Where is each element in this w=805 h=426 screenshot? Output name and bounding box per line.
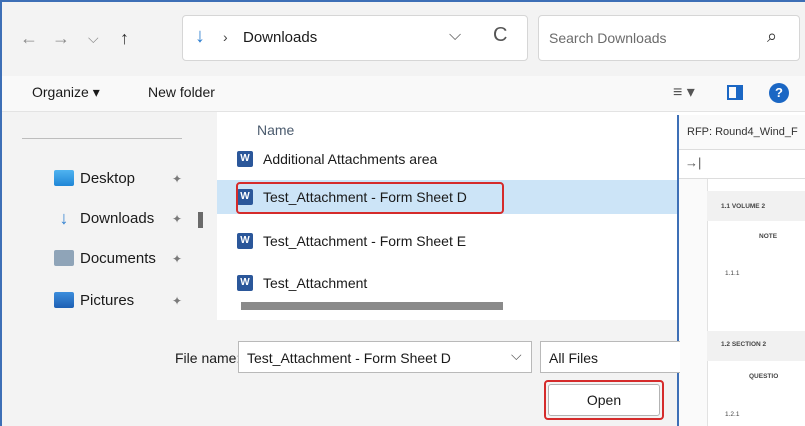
navigation-pane: Desktop ✦ ↓ Downloads ✦ Documents ✦ Pict… <box>2 112 217 320</box>
file-name: Additional Attachments area <box>263 151 438 167</box>
chevron-down-icon[interactable]: ⌵ <box>511 347 522 364</box>
file-type-value: All Files <box>549 350 599 366</box>
sidebar-item-desktop[interactable]: Desktop <box>54 166 135 190</box>
word-document-icon: W <box>237 275 253 291</box>
desktop-icon <box>54 170 74 186</box>
search-input[interactable]: Search Downloads <box>549 30 667 46</box>
pictures-icon <box>54 292 74 308</box>
preview-title: RFP: Round4_Wind_F <box>687 126 798 138</box>
word-document-icon: W <box>237 233 253 249</box>
preview-text: 1.1 VOLUME 2 <box>721 203 766 210</box>
preview-pane: RFP: Round4_Wind_F →| 1.1 VOLUME 2 NOTE … <box>677 115 805 426</box>
word-document-icon: W <box>237 151 253 167</box>
refresh-button[interactable]: C <box>493 24 507 47</box>
address-dropdown-button[interactable]: ⌵ <box>449 27 461 45</box>
pin-icon[interactable]: ✦ <box>172 294 182 308</box>
pin-icon[interactable]: ✦ <box>172 212 182 226</box>
view-options-icon[interactable]: ≡ ▾ <box>673 82 695 102</box>
preview-toolbar: →| <box>679 149 805 179</box>
highlight-box <box>544 380 664 420</box>
file-name-label: File name: <box>175 350 241 366</box>
nav-divider <box>22 138 182 139</box>
file-name-input[interactable]: Test_Attachment - Form Sheet D ⌵ <box>238 341 532 373</box>
sidebar-item-documents[interactable]: Documents <box>54 246 156 270</box>
dialog-footer: File name: Test_Attachment - Form Sheet … <box>2 320 680 426</box>
file-type-filter[interactable]: All Files <box>540 341 680 373</box>
file-open-dialog: ← → ⌵ ↑ ↓ › Downloads ⌵ C Search Downloa… <box>0 0 805 426</box>
file-name: Test_Attachment <box>263 275 368 291</box>
highlight-box <box>236 182 504 214</box>
pin-icon[interactable]: ✦ <box>172 172 182 186</box>
command-toolbar: Organize ▾ New folder ≡ ▾ ? <box>2 76 805 112</box>
documents-icon <box>54 250 74 266</box>
back-button[interactable]: ← <box>20 28 38 49</box>
preview-text: 1.2 SECTION 2 <box>721 341 767 348</box>
collapse-pane-icon[interactable]: →| <box>685 155 701 170</box>
list-item[interactable]: W Test_Attachment <box>217 268 677 298</box>
sidebar-item-downloads[interactable]: ↓ Downloads <box>54 206 155 230</box>
preview-text: 1.1.1 <box>725 270 740 277</box>
recent-locations-button[interactable]: ⌵ <box>88 30 99 47</box>
pin-icon[interactable]: ✦ <box>172 252 182 266</box>
download-arrow-icon: ↓ <box>195 25 205 47</box>
address-bar-row: ← → ⌵ ↑ ↓ › Downloads ⌵ C Search Downloa… <box>2 2 805 76</box>
file-list: Name W Additional Attachments area W Tes… <box>217 112 677 320</box>
organize-button[interactable]: Organize ▾ <box>32 84 100 101</box>
preview-pane-icon[interactable] <box>727 85 743 100</box>
list-item[interactable]: W Test_Attachment - Form Sheet E <box>217 226 677 256</box>
sidebar-item-label: Documents <box>80 249 156 267</box>
nav-scrollbar-thumb[interactable] <box>198 212 203 228</box>
new-folder-button[interactable]: New folder <box>148 84 215 100</box>
file-name-value: Test_Attachment - Form Sheet D <box>247 350 451 366</box>
sidebar-item-label: Desktop <box>80 169 136 187</box>
preview-text: 1.2.1 <box>725 411 740 418</box>
sidebar-item-pictures[interactable]: Pictures <box>54 288 134 312</box>
search-icon[interactable]: ⌕ <box>767 26 777 47</box>
column-header-name[interactable]: Name <box>257 122 294 138</box>
forward-button[interactable]: → <box>52 28 70 49</box>
horizontal-scrollbar-thumb[interactable] <box>241 302 503 310</box>
help-icon[interactable]: ? <box>769 83 789 103</box>
search-box[interactable]: Search Downloads ⌕ <box>538 15 800 61</box>
file-name: Test_Attachment - Form Sheet E <box>263 233 467 249</box>
list-item[interactable]: W Additional Attachments area <box>217 144 677 174</box>
preview-text: QUESTIO <box>749 373 779 380</box>
breadcrumb-separator: › <box>223 29 228 45</box>
address-bar[interactable]: ↓ › Downloads ⌵ C <box>182 15 528 61</box>
up-button[interactable]: ↑ <box>120 28 129 49</box>
sidebar-item-label: Pictures <box>80 291 135 309</box>
download-arrow-icon: ↓ <box>59 208 69 228</box>
breadcrumb-downloads[interactable]: Downloads <box>243 29 317 46</box>
sidebar-item-label: Downloads <box>80 209 155 227</box>
preview-text: NOTE <box>759 233 778 240</box>
